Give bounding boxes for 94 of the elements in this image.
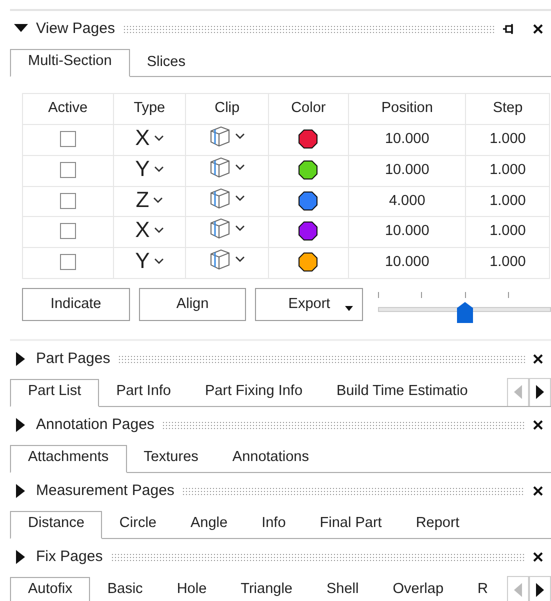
tab[interactable]: Angle	[173, 512, 245, 538]
type-dropdown[interactable]: X	[135, 127, 150, 149]
table-cell: 1.000	[466, 186, 550, 217]
chevron-icon[interactable]	[154, 134, 164, 142]
scroll-right-button[interactable]	[529, 576, 551, 601]
chevron-icon[interactable]	[235, 224, 246, 232]
tab[interactable]: Report	[398, 512, 476, 538]
tab[interactable]: Part Info	[99, 380, 188, 406]
tab[interactable]: Autofix	[10, 576, 90, 601]
chevron-icon[interactable]	[235, 194, 246, 202]
tab[interactable]: R	[460, 578, 506, 601]
tab[interactable]: Multi-Section	[10, 49, 130, 77]
right-arrow-icon	[536, 385, 544, 400]
color-swatch[interactable]	[298, 130, 318, 149]
chevron-icon[interactable]	[235, 132, 246, 140]
tab[interactable]: Basic	[90, 578, 160, 601]
chevron-icon[interactable]	[154, 226, 164, 234]
color-swatch[interactable]	[298, 222, 318, 241]
type-dropdown[interactable]: X	[135, 219, 150, 242]
grip-handle[interactable]	[110, 552, 525, 561]
checkbox[interactable]	[60, 192, 76, 209]
table-cell: 10.000	[348, 216, 466, 248]
left-arrow-icon	[514, 583, 522, 598]
chevron-icon[interactable]	[235, 255, 246, 263]
table-cell: 1.000	[466, 124, 550, 156]
tab[interactable]: Final Part	[302, 512, 399, 538]
table-cell: 1.000	[466, 155, 550, 186]
button[interactable]: Indicate	[22, 288, 130, 322]
cube-icon[interactable]	[209, 217, 232, 240]
cube-icon[interactable]	[209, 125, 232, 147]
close-icon[interactable]	[533, 420, 543, 430]
close-icon[interactable]	[533, 24, 543, 34]
chevron-icon[interactable]	[235, 162, 246, 171]
type-dropdown[interactable]: Y	[135, 158, 150, 180]
column-header: Position	[348, 94, 466, 124]
checkbox[interactable]	[60, 131, 76, 148]
tab[interactable]: Triangle	[224, 578, 310, 601]
panel-title: Part Pages	[36, 348, 110, 368]
cube-icon[interactable]	[209, 156, 232, 178]
chevron-icon[interactable]	[154, 257, 164, 265]
panel-title: Fix Pages	[36, 546, 103, 566]
column-header: Color	[268, 94, 348, 124]
caret-icon	[345, 306, 354, 311]
chevron-icon[interactable]	[153, 196, 164, 204]
chevron-icon[interactable]	[154, 164, 164, 173]
type-dropdown[interactable]: Z	[136, 188, 150, 210]
tab[interactable]: Slices	[130, 51, 202, 76]
table-cell: 1.000	[466, 248, 550, 278]
table-cell: 10.000	[348, 248, 466, 278]
left-arrow-icon	[514, 385, 522, 400]
tab[interactable]: Attachments	[10, 444, 127, 473]
dropdown-button[interactable]: Export	[255, 288, 364, 322]
column-header: Type	[113, 94, 186, 124]
grip-handle[interactable]	[122, 25, 495, 33]
close-icon[interactable]	[533, 486, 543, 496]
tab[interactable]: Shell	[310, 578, 376, 601]
column-header: Active	[22, 94, 114, 124]
cube-icon[interactable]	[209, 186, 232, 208]
panel-title: Measurement Pages	[36, 480, 174, 500]
tab[interactable]: Part List	[10, 378, 100, 407]
column-header: Step	[466, 94, 550, 124]
scroll-right-button[interactable]	[529, 378, 551, 406]
close-icon[interactable]	[533, 354, 543, 364]
tab[interactable]: Build Time Estimatio	[320, 380, 485, 406]
close-icon[interactable]	[533, 552, 543, 562]
cube-icon[interactable]	[209, 248, 232, 270]
button[interactable]: Align	[138, 288, 246, 322]
table-cell: 10.000	[348, 155, 466, 186]
slider-thumb[interactable]	[456, 302, 473, 323]
tab[interactable]: Info	[244, 512, 303, 538]
color-swatch[interactable]	[298, 252, 318, 272]
column-header: Clip	[186, 94, 268, 124]
tab[interactable]: Overlap	[376, 578, 461, 601]
checkbox[interactable]	[60, 254, 76, 270]
color-swatch[interactable]	[298, 191, 318, 210]
tab[interactable]: Part Fixing Info	[188, 380, 320, 406]
checkbox[interactable]	[60, 223, 76, 240]
tab[interactable]: Textures	[126, 446, 216, 472]
tab[interactable]: Distance	[10, 510, 102, 539]
tab[interactable]: Circle	[102, 512, 174, 538]
panel-title: Annotation Pages	[36, 414, 154, 434]
tab[interactable]: Hole	[160, 578, 224, 601]
table-cell: 1.000	[466, 216, 550, 248]
table-cell: 10.000	[348, 124, 466, 156]
color-swatch[interactable]	[298, 160, 318, 180]
right-arrow-icon	[536, 583, 544, 598]
checkbox[interactable]	[60, 162, 76, 178]
grip-handle[interactable]	[118, 354, 525, 363]
table-cell: 4.000	[348, 186, 466, 217]
grip-handle[interactable]	[162, 420, 525, 429]
panel-title: View Pages	[36, 18, 115, 39]
type-dropdown[interactable]: Y	[135, 250, 150, 272]
grip-handle[interactable]	[182, 486, 525, 495]
tab[interactable]: Annotations	[215, 446, 326, 472]
